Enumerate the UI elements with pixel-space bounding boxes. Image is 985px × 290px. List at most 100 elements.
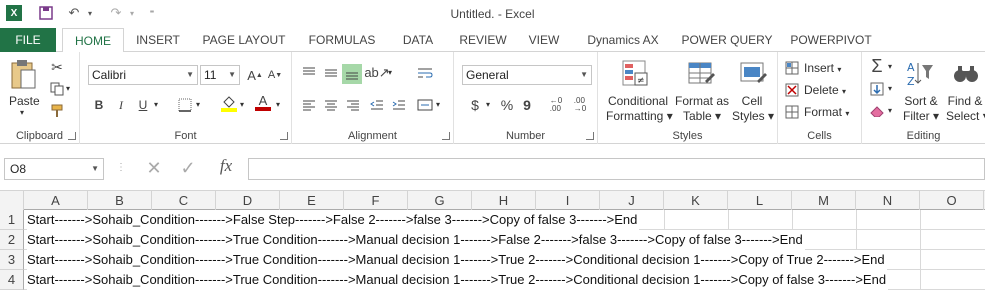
grow-font-button[interactable]: A ▲	[246, 66, 264, 84]
tab-insert[interactable]: INSERT	[132, 28, 184, 52]
middle-align-icon[interactable]	[322, 64, 340, 82]
tab-review[interactable]: REVIEW	[455, 28, 511, 52]
underline-dropdown-icon[interactable]: ▾	[154, 100, 158, 109]
cell-a1[interactable]: Start------->Sohaib_Condition------->Fal…	[27, 210, 640, 230]
autosum-icon[interactable]: Σ	[868, 56, 886, 76]
column-header-f[interactable]: F	[344, 191, 408, 210]
copy-icon[interactable]	[48, 80, 66, 98]
column-header-o[interactable]: O	[920, 191, 984, 210]
tab-page-layout[interactable]: PAGE LAYOUT	[199, 28, 289, 52]
tab-formulas[interactable]: FORMULAS	[304, 28, 380, 52]
merge-center-icon[interactable]	[416, 96, 434, 114]
paste-button[interactable]: Paste	[9, 94, 40, 108]
format-button[interactable]: Format ▾	[804, 105, 849, 119]
underline-button[interactable]: U	[134, 96, 152, 114]
row-header[interactable]: 3	[0, 250, 24, 270]
row-header[interactable]: 4	[0, 270, 24, 290]
column-header-d[interactable]: D	[216, 191, 280, 210]
cut-icon[interactable]: ✂	[48, 58, 66, 76]
tab-power-query[interactable]: POWER QUERY	[680, 28, 774, 52]
decrease-decimal-icon[interactable]: .00 →0	[570, 96, 590, 114]
column-header-a[interactable]: A	[24, 191, 88, 210]
clear-dropdown-icon[interactable]: ▾	[888, 106, 892, 115]
increase-decimal-icon[interactable]: ←0.00	[546, 96, 566, 114]
cell-a3[interactable]: Start------->Sohaib_Condition------->Tru…	[27, 250, 887, 270]
number-launcher-icon[interactable]	[586, 132, 594, 140]
row-header[interactable]: 1	[0, 210, 24, 230]
tab-dynamics-ax[interactable]: Dynamics AX	[582, 28, 664, 52]
cell-a4[interactable]: Start------->Sohaib_Condition------->Tru…	[27, 270, 889, 290]
row-header[interactable]: 2	[0, 230, 24, 250]
fill-color-dropdown-icon[interactable]: ▾	[240, 100, 244, 109]
italic-button[interactable]: I	[112, 96, 130, 114]
autosum-dropdown-icon[interactable]: ▾	[888, 62, 892, 71]
delete-button[interactable]: Delete ▾	[804, 83, 846, 97]
column-header-l[interactable]: L	[728, 191, 792, 210]
currency-button[interactable]: $	[466, 96, 484, 114]
select-all-corner[interactable]	[0, 191, 24, 210]
wrap-text-icon[interactable]	[416, 64, 434, 82]
column-header-i[interactable]: I	[536, 191, 600, 210]
font-color-dropdown-icon[interactable]: ▾	[276, 100, 280, 109]
tab-data[interactable]: DATA	[395, 28, 441, 52]
orientation-dropdown-icon[interactable]: ▾	[388, 68, 392, 77]
cell-a2[interactable]: Start------->Sohaib_Condition------->Tru…	[27, 230, 805, 250]
align-center-icon[interactable]	[322, 96, 340, 114]
currency-dropdown-icon[interactable]: ▾	[486, 100, 490, 109]
column-header-j[interactable]: J	[600, 191, 664, 210]
fill-color-button[interactable]	[220, 94, 238, 112]
find-select-button[interactable]: Find &Select ▾	[946, 94, 985, 124]
borders-button[interactable]	[176, 96, 194, 114]
format-painter-icon[interactable]	[48, 102, 66, 120]
name-box[interactable]: O8 ▼	[4, 158, 104, 180]
formula-input[interactable]	[248, 158, 985, 180]
top-align-icon[interactable]	[300, 64, 318, 82]
tab-powerpivot[interactable]: POWERPIVOT	[788, 28, 874, 52]
bottom-align-icon[interactable]	[342, 64, 362, 84]
increase-indent-icon[interactable]	[390, 96, 408, 114]
percent-button[interactable]: %	[498, 96, 516, 114]
font-launcher-icon[interactable]	[280, 132, 288, 140]
align-left-icon[interactable]	[300, 96, 318, 114]
column-header-n[interactable]: N	[856, 191, 920, 210]
clipboard-launcher-icon[interactable]	[68, 132, 76, 140]
shrink-font-button[interactable]: A ▼	[266, 66, 284, 84]
fill-icon[interactable]	[868, 80, 886, 98]
enter-icon[interactable]: ✓	[176, 158, 200, 180]
insert-function-button[interactable]: fx	[212, 156, 240, 180]
cancel-icon[interactable]: ✕	[142, 158, 166, 180]
copy-dropdown-icon[interactable]: ▾	[66, 84, 70, 93]
column-header-k[interactable]: K	[664, 191, 728, 210]
insert-button[interactable]: Insert ▾	[804, 61, 841, 75]
orientation-icon[interactable]: ab↗	[364, 64, 389, 82]
column-header-m[interactable]: M	[792, 191, 856, 210]
conditional-formatting-button[interactable]: Conditional Formatting ▾	[606, 94, 673, 124]
font-size-value: 11	[204, 68, 217, 82]
cell-styles-button[interactable]: Cell Styles ▾	[732, 94, 774, 124]
column-header-e[interactable]: E	[280, 191, 344, 210]
alignment-launcher-icon[interactable]	[442, 132, 450, 140]
borders-dropdown-icon[interactable]: ▾	[196, 100, 200, 109]
column-header-b[interactable]: B	[88, 191, 152, 210]
clear-icon[interactable]	[868, 102, 886, 120]
decrease-indent-icon[interactable]	[368, 96, 386, 114]
merge-dropdown-icon[interactable]: ▾	[436, 100, 440, 109]
number-format-select[interactable]: General ▼	[462, 65, 592, 85]
column-header-h[interactable]: H	[472, 191, 536, 210]
font-name-select[interactable]: Calibri ▼	[88, 65, 198, 85]
font-color-button[interactable]: A	[254, 94, 272, 112]
sort-filter-button[interactable]: Sort & Filter ▾	[902, 94, 940, 124]
paste-dropdown-icon[interactable]: ▾	[20, 108, 24, 117]
format-as-table-button[interactable]: Format as Table ▾	[674, 94, 730, 124]
font-size-select[interactable]: 11 ▼	[200, 65, 240, 85]
bold-button[interactable]: B	[90, 96, 108, 114]
align-right-icon[interactable]	[344, 96, 362, 114]
column-header-c[interactable]: C	[152, 191, 216, 210]
comma-button[interactable]: 9	[518, 96, 536, 114]
paste-icon[interactable]	[8, 58, 38, 90]
column-header-g[interactable]: G	[408, 191, 472, 210]
tab-file[interactable]: FILE	[0, 28, 56, 52]
tab-home[interactable]: HOME	[62, 28, 124, 53]
fill-dropdown-icon[interactable]: ▾	[888, 84, 892, 93]
tab-view[interactable]: VIEW	[524, 28, 564, 52]
